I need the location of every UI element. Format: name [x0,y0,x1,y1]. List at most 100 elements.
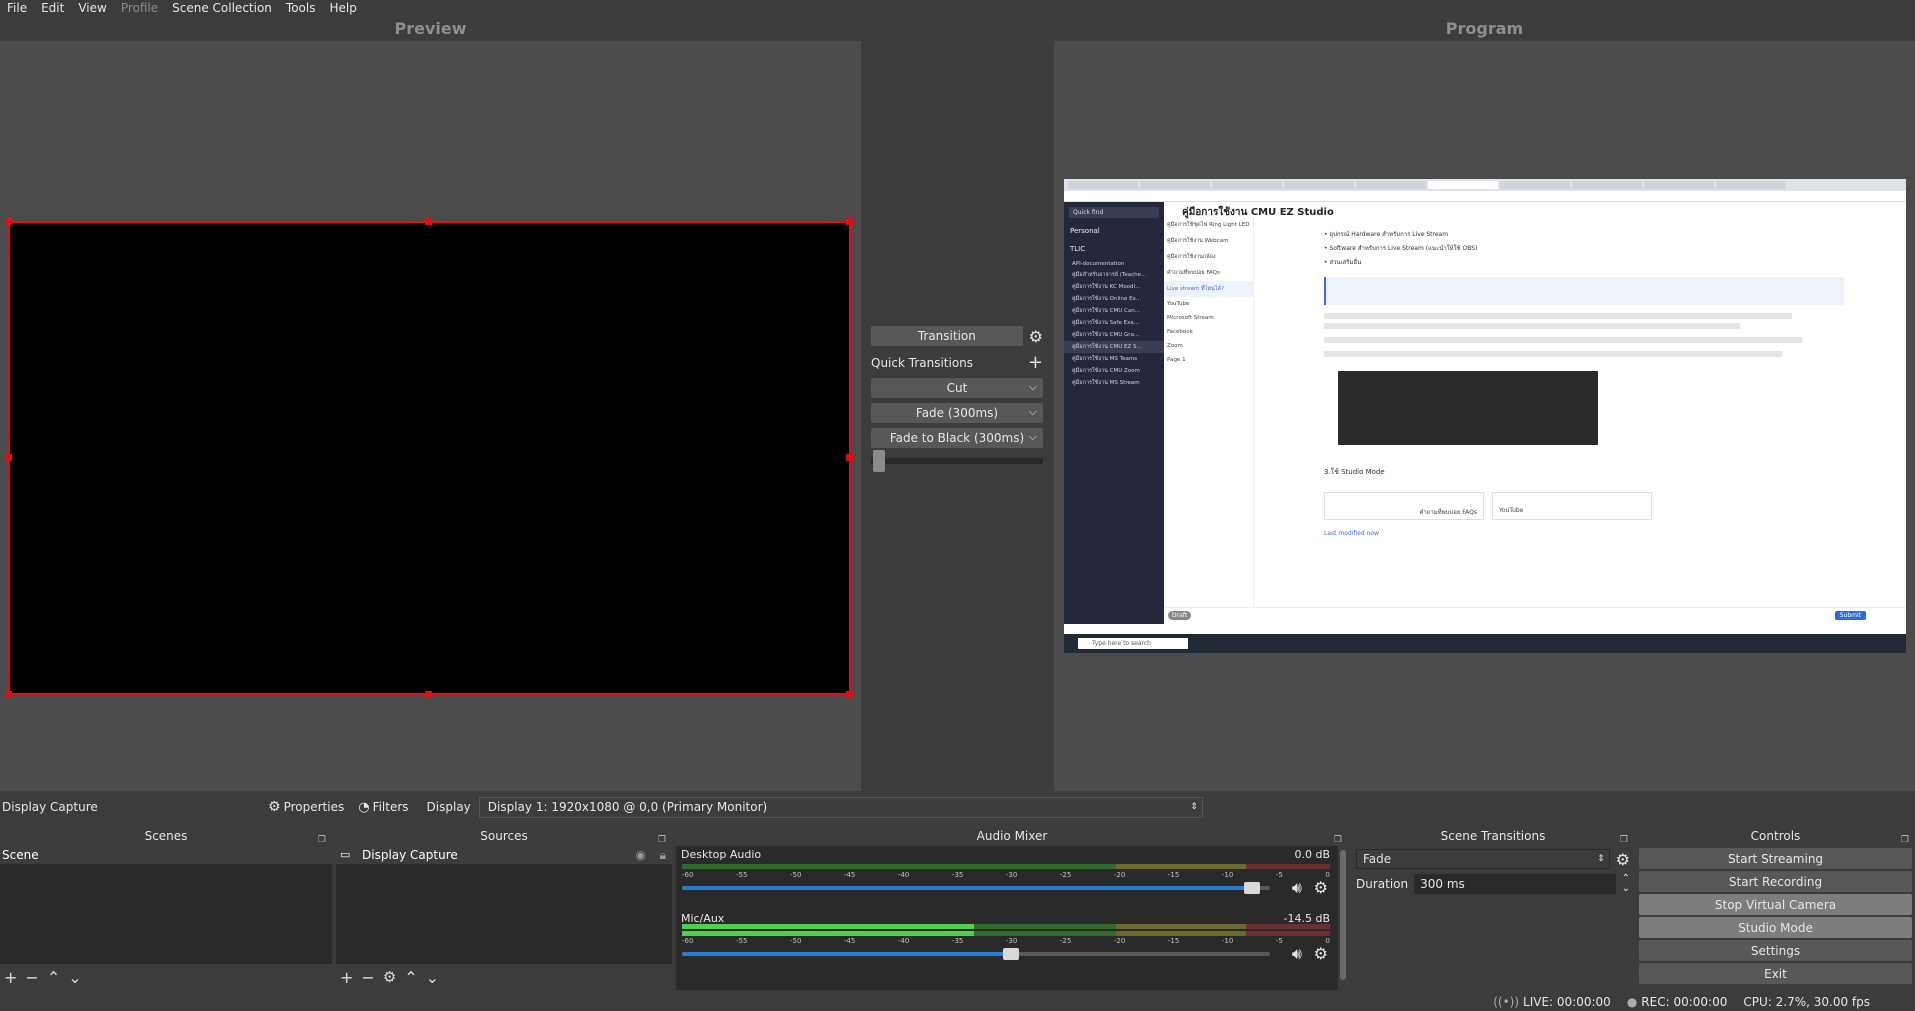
volume-meter [682,924,1330,929]
menu-scene-collection[interactable]: Scene Collection [165,0,279,17]
tick-label: -60 [682,871,694,879]
resize-handle[interactable] [846,454,853,461]
menu-profile[interactable]: Profile [114,0,165,17]
resize-handle[interactable] [5,454,12,461]
resize-handle[interactable] [846,691,853,698]
transition-slider-handle[interactable] [873,450,885,472]
tick-label: -35 [951,937,964,945]
tick-label: -30 [1005,871,1018,879]
tick-label: -15 [1167,937,1180,945]
menu-file[interactable]: File [0,0,34,17]
display-select[interactable]: Display 1: 1920x1080 @ 0,0 (Primary Moni… [478,796,1203,818]
plus-icon[interactable]: + [340,968,353,987]
filters-button[interactable]: ◔ Filters [358,800,408,815]
speaker-icon[interactable]: 🔊︎ [1292,878,1302,898]
tick-label: -30 [1005,937,1018,945]
tick-label: -60 [682,937,694,945]
bullet-item: • ส่วนเสริมอื่น [1324,259,1362,266]
nav-item: คู่มือการใช้งานกล้อง [1167,254,1216,260]
chevron-down-icon: ⌵ [1028,430,1037,443]
properties-button[interactable]: ⚙ Properties [268,799,344,815]
step-label: 3.ใช้ Studio Mode [1324,468,1385,476]
text-line [1324,313,1792,319]
quick-transition-fade-black[interactable]: Fade to Black (300ms) ⌵ [871,428,1043,448]
resize-handle[interactable] [425,691,432,698]
float-icon[interactable]: ❐ [1901,830,1909,850]
resize-handle[interactable] [5,218,12,225]
nav-item: Zoom [1167,343,1183,349]
menu-tools[interactable]: Tools [279,0,323,17]
stop-virtual-camera-button[interactable]: Stop Virtual Camera [1639,894,1912,915]
transition-select[interactable]: Fade ⇕ [1356,849,1610,869]
spin-arrows-icon: ⇕ [1190,801,1198,812]
minus-icon[interactable]: − [25,968,38,987]
float-icon[interactable]: ❐ [1620,830,1628,850]
sidebar-doc-item: คู่มือสำหรับอาจารย์ (Teache... [1072,272,1147,278]
modified-label: Last modified now [1324,530,1379,537]
workspace-label: Personal [1070,227,1100,235]
browser-tabs [1064,179,1906,191]
exit-button[interactable]: Exit [1639,963,1912,984]
menu-help[interactable]: Help [322,0,363,17]
duration-input[interactable]: 300 ms [1414,874,1616,894]
lock-icon[interactable]: 🔒︎ [660,846,666,864]
gear-icon[interactable]: ⚙ [1314,944,1328,963]
tick-label: -5 [1275,871,1283,879]
arrow-up-icon[interactable]: ⌃ [404,968,417,987]
arrow-down-icon[interactable]: ⌄ [426,968,439,987]
menu-view[interactable]: View [71,0,113,17]
sidebar-doc-item: คู่มือการใช้งาน CMU Zoom [1072,368,1140,374]
speaker-icon[interactable]: 🔊︎ [1292,944,1302,964]
sources-title: Sources [480,829,528,843]
minus-icon[interactable]: − [361,968,374,987]
quick-transition-cut[interactable]: Cut ⌵ [871,378,1043,398]
tick-label: -35 [951,871,964,879]
studio-mode-button[interactable]: Studio Mode [1639,917,1912,938]
sidebar-doc-item: คู่มือการใช้งาน CMU EZ S... [1064,341,1164,353]
eye-icon[interactable]: ◉ [636,846,646,864]
volume-slider-handle[interactable] [1244,882,1261,894]
settings-button[interactable]: Settings [1639,940,1912,961]
gear-icon[interactable]: ⚙ [1029,327,1043,346]
spin-arrows-icon[interactable]: ⌃ ⌄ [1622,874,1630,894]
scene-transitions-dock: Scene Transitions ❐ Fade ⇕ ⚙ Duration 300 … [1352,826,1634,990]
volume-slider-handle[interactable] [1003,948,1020,960]
resize-handle[interactable] [425,218,432,225]
resize-handle[interactable] [846,218,853,225]
volume-slider[interactable] [682,882,1270,894]
gear-icon[interactable]: ⚙ [1616,850,1630,869]
nav-item: คู่มือการใช้งาน Webcam [1167,238,1229,244]
start-streaming-button[interactable]: Start Streaming [1639,848,1912,869]
tick-label: -45 [843,937,856,945]
tick-label: -10 [1221,871,1234,879]
arrow-up-icon[interactable]: ⌃ [47,968,60,987]
transition-slider[interactable] [871,450,1043,472]
text-line [1324,351,1782,357]
volume-slider[interactable] [682,948,1270,960]
rec-status: ● REC: 00:00:00 [1626,994,1728,1009]
source-item[interactable]: ▭ Display Capture ◉ 🔒︎ [336,846,672,864]
preview-canvas[interactable] [8,221,851,695]
scene-item[interactable]: Scene [0,846,332,864]
nav-item: Live stream ที่ไหนได้? [1164,281,1253,297]
gear-icon[interactable]: ⚙ [383,968,396,986]
gear-icon[interactable]: ⚙ [1314,878,1328,897]
start-recording-button[interactable]: Start Recording [1639,871,1912,892]
sources-list: ▭ Display Capture ◉ 🔒︎ [336,846,672,964]
transition-button[interactable]: Transition [871,326,1023,346]
taskbar: Type here to search [1064,634,1906,653]
arrow-down-icon[interactable]: ⌄ [68,968,81,987]
embedded-screenshot [1338,371,1598,445]
plus-icon[interactable]: + [4,968,17,987]
menu-bar: File Edit View Profile Scene Collection … [0,0,1915,17]
quick-transition-fade[interactable]: Fade (300ms) ⌵ [871,403,1043,423]
controls-dock: Controls ❐ Start Streaming Start Recordin… [1636,826,1915,990]
plus-icon[interactable]: + [1028,352,1043,373]
mixer-scrollbar[interactable] [1340,850,1346,980]
preview-pane[interactable] [0,41,861,791]
resize-handle[interactable] [5,691,12,698]
transition-panel: Transition ⚙ Quick Transitions + Cut ⌵ Fa… [871,326,1043,472]
menu-edit[interactable]: Edit [34,0,71,17]
program-pane: Quick find Personal TLIC API-documentati… [1054,41,1915,791]
tick-label: -50 [789,937,802,945]
